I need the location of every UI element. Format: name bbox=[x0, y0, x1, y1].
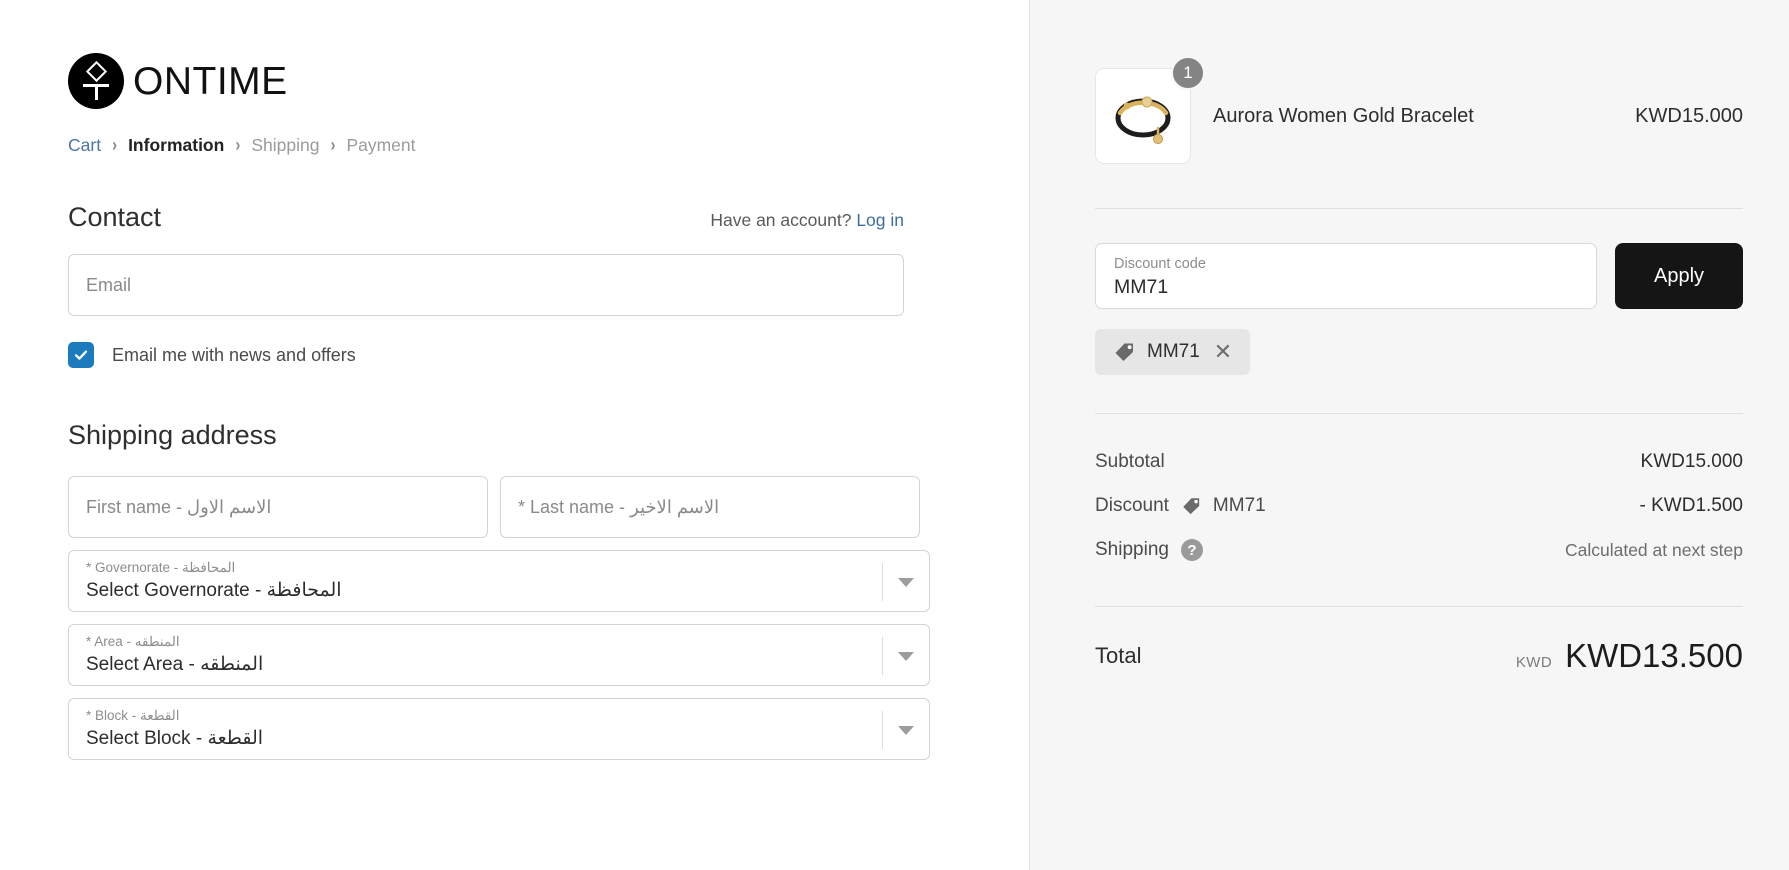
applied-discount-code: MM71 bbox=[1147, 341, 1200, 362]
subtotal-value: KWD15.000 bbox=[1640, 451, 1743, 472]
total-row: Total KWD KWD13.500 bbox=[1095, 637, 1743, 675]
chevron-down-icon[interactable] bbox=[883, 651, 929, 661]
order-line-item: 1 Aurora Women Gold Bracelet KWD15.000 bbox=[1095, 56, 1743, 164]
first-name-placeholder: First name - الاسم الاول bbox=[86, 496, 272, 517]
subtotal-row: Subtotal KWD15.000 bbox=[1095, 440, 1743, 484]
applied-discount-pill: MM71 ✕ bbox=[1095, 329, 1251, 375]
block-dropdown-arrow[interactable] bbox=[882, 710, 929, 750]
brand-logo[interactable]: ONTIME bbox=[68, 52, 1029, 110]
chevron-right-icon: › bbox=[112, 134, 118, 157]
area-select[interactable]: * Area - المنطقه Select Area - المنطقه bbox=[68, 624, 930, 686]
contact-section-header: Contact Have an account? Log in bbox=[68, 202, 904, 233]
area-dropdown-arrow[interactable] bbox=[882, 636, 929, 676]
breadcrumb: Cart › Information › Shipping › Payment bbox=[68, 135, 1029, 156]
governorate-dropdown-arrow[interactable] bbox=[882, 562, 929, 602]
total-label: Total bbox=[1095, 643, 1142, 668]
total-currency: KWD bbox=[1515, 654, 1553, 671]
account-prompt-text: Have an account? bbox=[710, 210, 852, 230]
shipping-address-title: Shipping address bbox=[68, 420, 277, 450]
product-thumbnail-wrap: 1 bbox=[1095, 56, 1205, 164]
apply-discount-button[interactable]: Apply bbox=[1615, 243, 1743, 309]
breadcrumb-item-information[interactable]: Information bbox=[128, 135, 224, 156]
order-summary-column: 1 Aurora Women Gold Bracelet KWD15.000 D… bbox=[1029, 0, 1789, 870]
discount-code-label: Discount code bbox=[1114, 256, 1206, 272]
newsletter-checkbox-row[interactable]: Email me with news and offers bbox=[68, 342, 1029, 368]
help-icon[interactable]: ? bbox=[1180, 539, 1203, 561]
governorate-label: * Governorate - المحافظة bbox=[86, 560, 236, 575]
divider bbox=[1095, 208, 1743, 209]
total-amount: KWD13.500 bbox=[1565, 637, 1743, 674]
block-value: Select Block - القطعة bbox=[86, 728, 264, 750]
email-field[interactable]: Email bbox=[68, 254, 904, 316]
login-link[interactable]: Log in bbox=[856, 210, 904, 230]
shipping-row: Shipping ? Calculated at next step bbox=[1095, 528, 1743, 572]
last-name-field[interactable]: * Last name - الاسم الاخير bbox=[500, 476, 920, 538]
area-label: * Area - المنطقه bbox=[86, 634, 180, 649]
governorate-select[interactable]: * Governorate - المحافظة Select Governor… bbox=[68, 550, 930, 612]
tag-icon bbox=[1183, 498, 1200, 515]
contact-title: Contact bbox=[68, 202, 162, 232]
ontime-logo-icon bbox=[68, 53, 124, 109]
block-label: * Block - القطعة bbox=[86, 708, 180, 723]
account-prompt: Have an account? Log in bbox=[710, 210, 904, 231]
breadcrumb-item-cart[interactable]: Cart bbox=[68, 135, 101, 156]
newsletter-checkbox[interactable] bbox=[68, 342, 94, 368]
brand-name: ONTIME bbox=[133, 59, 288, 103]
checkout-form-column: ONTIME Cart › Information › Shipping › P… bbox=[0, 0, 1029, 870]
chevron-down-icon[interactable] bbox=[883, 577, 929, 587]
area-value: Select Area - المنطقه bbox=[86, 654, 264, 676]
discount-code-applied: MM71 bbox=[1212, 495, 1266, 516]
tag-icon bbox=[1115, 343, 1133, 361]
checkout-page: ONTIME Cart › Information › Shipping › P… bbox=[0, 0, 1789, 870]
name-fields-row: First name - الاسم الاول * Last name - ا… bbox=[68, 476, 930, 538]
discount-row: Discount MM71 - KWD1.500 bbox=[1095, 484, 1743, 528]
product-name: Aurora Women Gold Bracelet bbox=[1213, 104, 1474, 127]
divider bbox=[1095, 606, 1743, 607]
last-name-placeholder: * Last name - الاسم الاخير bbox=[518, 496, 720, 517]
discount-code-input[interactable]: Discount code MM71 bbox=[1095, 243, 1597, 309]
breadcrumb-item-shipping[interactable]: Shipping bbox=[251, 135, 319, 156]
shipping-value: Calculated at next step bbox=[1564, 539, 1743, 560]
email-placeholder: Email bbox=[86, 274, 132, 295]
discount-label: Discount bbox=[1095, 495, 1169, 516]
remove-discount-icon[interactable]: ✕ bbox=[1214, 341, 1232, 363]
breadcrumb-item-payment[interactable]: Payment bbox=[346, 135, 415, 156]
quantity-badge: 1 bbox=[1171, 56, 1205, 90]
subtotal-label: Subtotal bbox=[1095, 451, 1165, 472]
discount-value: - KWD1.500 bbox=[1639, 495, 1743, 516]
divider bbox=[1095, 413, 1743, 414]
order-totals: Subtotal KWD15.000 Discount MM71 - KWD1.… bbox=[1095, 440, 1743, 572]
discount-code-value: MM71 bbox=[1114, 276, 1169, 299]
chevron-right-icon: › bbox=[235, 134, 241, 157]
product-price: KWD15.000 bbox=[1635, 104, 1743, 127]
governorate-value: Select Governorate - المحافظة bbox=[86, 580, 342, 602]
block-select[interactable]: * Block - القطعة Select Block - القطعة bbox=[68, 698, 930, 760]
first-name-field[interactable]: First name - الاسم الاول bbox=[68, 476, 488, 538]
chevron-down-icon[interactable] bbox=[883, 725, 929, 735]
discount-code-row: Discount code MM71 Apply bbox=[1095, 243, 1743, 309]
chevron-right-icon: › bbox=[330, 134, 336, 157]
shipping-label: Shipping bbox=[1095, 539, 1169, 560]
newsletter-label: Email me with news and offers bbox=[112, 344, 356, 365]
